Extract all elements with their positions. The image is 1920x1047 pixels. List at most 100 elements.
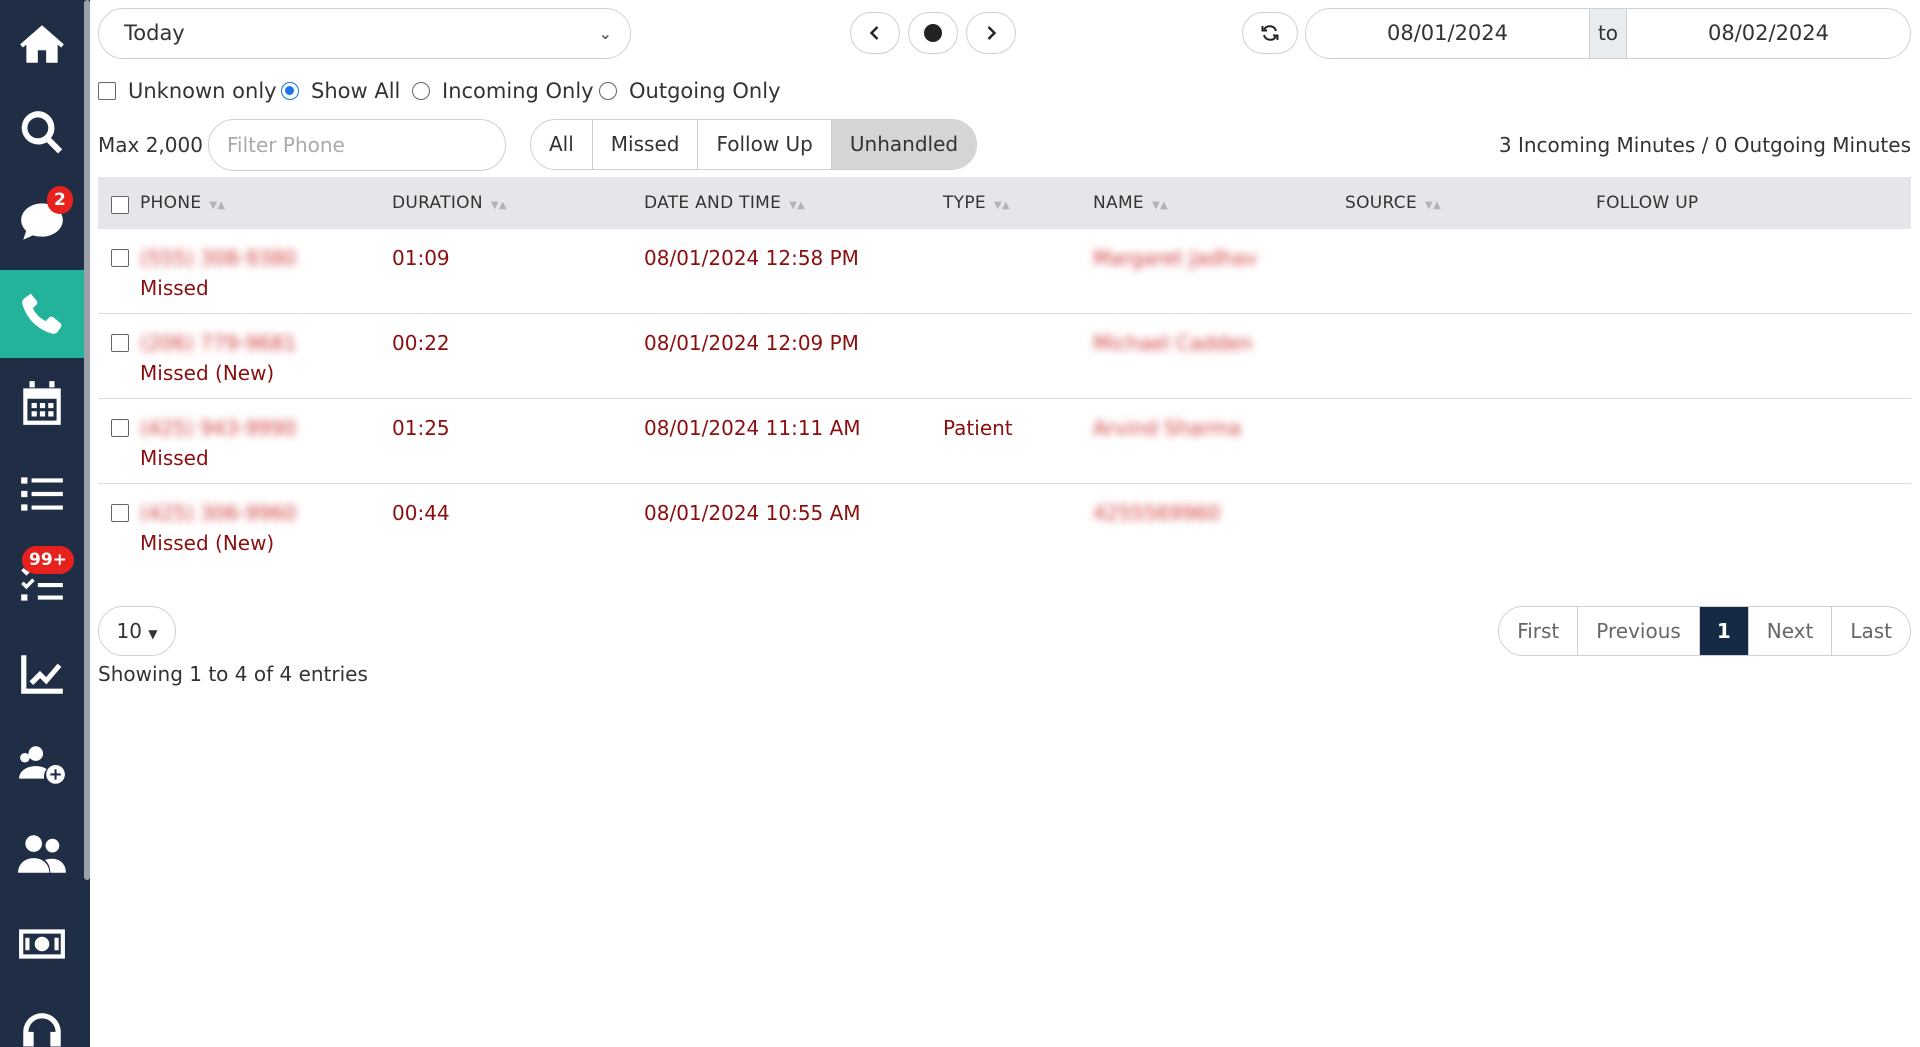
sort-icon: ▼▲ xyxy=(490,200,507,211)
column-date-time[interactable]: DATE AND TIME ▼▲ xyxy=(644,177,805,229)
table-row[interactable]: (555) 308-9380 Missed 01:09 08/01/2024 1… xyxy=(98,229,1911,314)
row-checkbox[interactable] xyxy=(111,504,129,522)
tasks-badge: 99+ xyxy=(22,546,74,574)
refresh-icon xyxy=(1261,25,1279,41)
filter-phone-input[interactable] xyxy=(208,119,506,171)
home-icon xyxy=(20,25,64,63)
row-phone[interactable]: (206) 779-9681 xyxy=(140,331,296,355)
date-range-value: Today xyxy=(124,21,185,45)
show-all-label: Show All xyxy=(311,79,401,103)
page-current-button[interactable]: 1 xyxy=(1699,607,1749,655)
max-results-label: Max 2,000 xyxy=(98,133,203,157)
column-follow-up: FOLLOW UP xyxy=(1596,177,1698,229)
sidebar-item-users[interactable] xyxy=(0,810,84,898)
unknown-only-option[interactable]: Unknown only xyxy=(98,78,277,104)
incoming-only-radio[interactable] xyxy=(412,82,430,100)
row-type: Patient xyxy=(943,416,1013,440)
calls-table-header: PHONE ▼▲ DURATION ▼▲ DATE AND TIME ▼▲ TYPE ▼… xyxy=(98,177,1911,229)
incoming-only-option[interactable]: Incoming Only xyxy=(412,78,594,104)
today-button[interactable] xyxy=(908,12,958,54)
phone-icon xyxy=(22,293,62,334)
entries-summary: Showing 1 to 4 of 4 entries xyxy=(98,662,368,686)
chevron-down-icon: ⌄ xyxy=(598,24,612,43)
outgoing-only-label: Outgoing Only xyxy=(629,79,781,103)
column-phone[interactable]: PHONE ▼▲ xyxy=(140,177,225,229)
date-range-inputs: 08/01/2024 to 08/02/2024 xyxy=(1305,8,1911,59)
row-phone[interactable]: (425) 943-9990 xyxy=(140,416,296,440)
chevron-right-icon xyxy=(987,26,997,40)
row-checkbox[interactable] xyxy=(111,249,129,267)
refresh-button[interactable] xyxy=(1242,12,1298,54)
show-all-option[interactable]: Show All xyxy=(281,78,400,104)
caret-down-icon: ▼ xyxy=(148,627,158,641)
column-date-time-label: DATE AND TIME xyxy=(644,193,782,213)
sidebar-item-calendar[interactable] xyxy=(0,360,84,448)
table-row[interactable]: (425) 306-9960 Missed (New) 00:44 08/01/… xyxy=(98,484,1911,569)
outgoing-only-option[interactable]: Outgoing Only xyxy=(599,78,781,104)
sidebar-item-add-patient[interactable] xyxy=(0,720,84,808)
page-first-button[interactable]: First xyxy=(1499,607,1579,655)
sidebar-item-support[interactable] xyxy=(0,990,84,1047)
column-source[interactable]: SOURCE ▼▲ xyxy=(1345,177,1441,229)
main-content: Today ⌄ 08/01/2024 to 08/02/2024 Unknown… xyxy=(98,0,1920,1047)
column-duration-label: DURATION xyxy=(392,193,483,213)
date-to-input[interactable]: 08/02/2024 xyxy=(1627,9,1910,58)
tab-missed[interactable]: Missed xyxy=(593,120,699,169)
row-phone[interactable]: (425) 306-9960 xyxy=(140,501,296,525)
next-day-button[interactable] xyxy=(966,12,1016,54)
row-phone[interactable]: (555) 308-9380 xyxy=(140,246,296,270)
row-date-time: 08/01/2024 12:09 PM xyxy=(644,331,859,355)
sidebar-item-tasks[interactable]: 99+ xyxy=(0,540,84,628)
row-name[interactable]: 4255569960 xyxy=(1093,501,1220,525)
table-row[interactable]: (206) 779-9681 Missed (New) 00:22 08/01/… xyxy=(98,314,1911,399)
row-status: Missed (New) xyxy=(140,531,275,555)
list-icon xyxy=(21,477,63,511)
row-date-time: 08/01/2024 10:55 AM xyxy=(644,501,861,525)
row-date-time: 08/01/2024 12:58 PM xyxy=(644,246,859,270)
column-type[interactable]: TYPE ▼▲ xyxy=(943,177,1010,229)
column-duration[interactable]: DURATION ▼▲ xyxy=(392,177,507,229)
page-last-button[interactable]: Last xyxy=(1832,607,1910,655)
table-row[interactable]: (425) 943-9990 Missed 01:25 08/01/2024 1… xyxy=(98,399,1911,484)
sort-icon: ▼▲ xyxy=(209,200,226,211)
sidebar-item-reports[interactable] xyxy=(0,630,84,718)
date-range-select[interactable]: Today ⌄ xyxy=(98,8,631,59)
prev-day-button[interactable] xyxy=(850,12,900,54)
sidebar-item-home[interactable] xyxy=(0,0,84,88)
tab-all[interactable]: All xyxy=(531,120,593,169)
row-name[interactable]: Michael Cadden xyxy=(1093,331,1253,355)
headset-icon xyxy=(23,1013,61,1047)
row-name[interactable]: Arvind Sharma xyxy=(1093,416,1241,440)
sort-icon: ▼▲ xyxy=(1151,200,1168,211)
page-next-button[interactable]: Next xyxy=(1749,607,1833,655)
page-previous-button[interactable]: Previous xyxy=(1578,607,1700,655)
row-duration: 00:44 xyxy=(392,501,450,525)
search-icon xyxy=(21,111,63,154)
sidebar-item-list[interactable] xyxy=(0,450,84,538)
sidebar-item-calls[interactable] xyxy=(0,270,84,358)
date-from-input[interactable]: 08/01/2024 xyxy=(1306,9,1589,58)
chart-line-icon xyxy=(21,655,63,694)
row-date-time: 08/01/2024 11:11 AM xyxy=(644,416,861,440)
row-checkbox[interactable] xyxy=(111,419,129,437)
show-all-radio[interactable] xyxy=(281,82,299,100)
outgoing-only-radio[interactable] xyxy=(599,82,617,100)
column-source-label: SOURCE xyxy=(1345,193,1417,213)
column-name[interactable]: NAME ▼▲ xyxy=(1093,177,1168,229)
users-icon xyxy=(18,835,66,873)
sidebar-item-search[interactable] xyxy=(0,88,84,176)
tab-unhandled[interactable]: Unhandled xyxy=(831,120,977,169)
row-checkbox[interactable] xyxy=(111,334,129,352)
sidebar-item-billing[interactable] xyxy=(0,900,84,988)
sidebar-scrollbar[interactable] xyxy=(84,0,90,880)
select-all-checkbox[interactable] xyxy=(111,196,129,214)
page-size-value: 10 xyxy=(116,619,142,643)
sidebar-item-messages[interactable]: 2 xyxy=(0,176,84,264)
unknown-only-checkbox[interactable] xyxy=(98,82,116,100)
tab-follow-up[interactable]: Follow Up xyxy=(698,120,832,169)
page-size-select[interactable]: 10 ▼ xyxy=(98,606,176,656)
incoming-only-label: Incoming Only xyxy=(442,79,594,103)
money-icon xyxy=(19,929,65,959)
calendar-icon xyxy=(23,381,61,425)
row-name[interactable]: Margaret Jadhav xyxy=(1093,246,1257,270)
